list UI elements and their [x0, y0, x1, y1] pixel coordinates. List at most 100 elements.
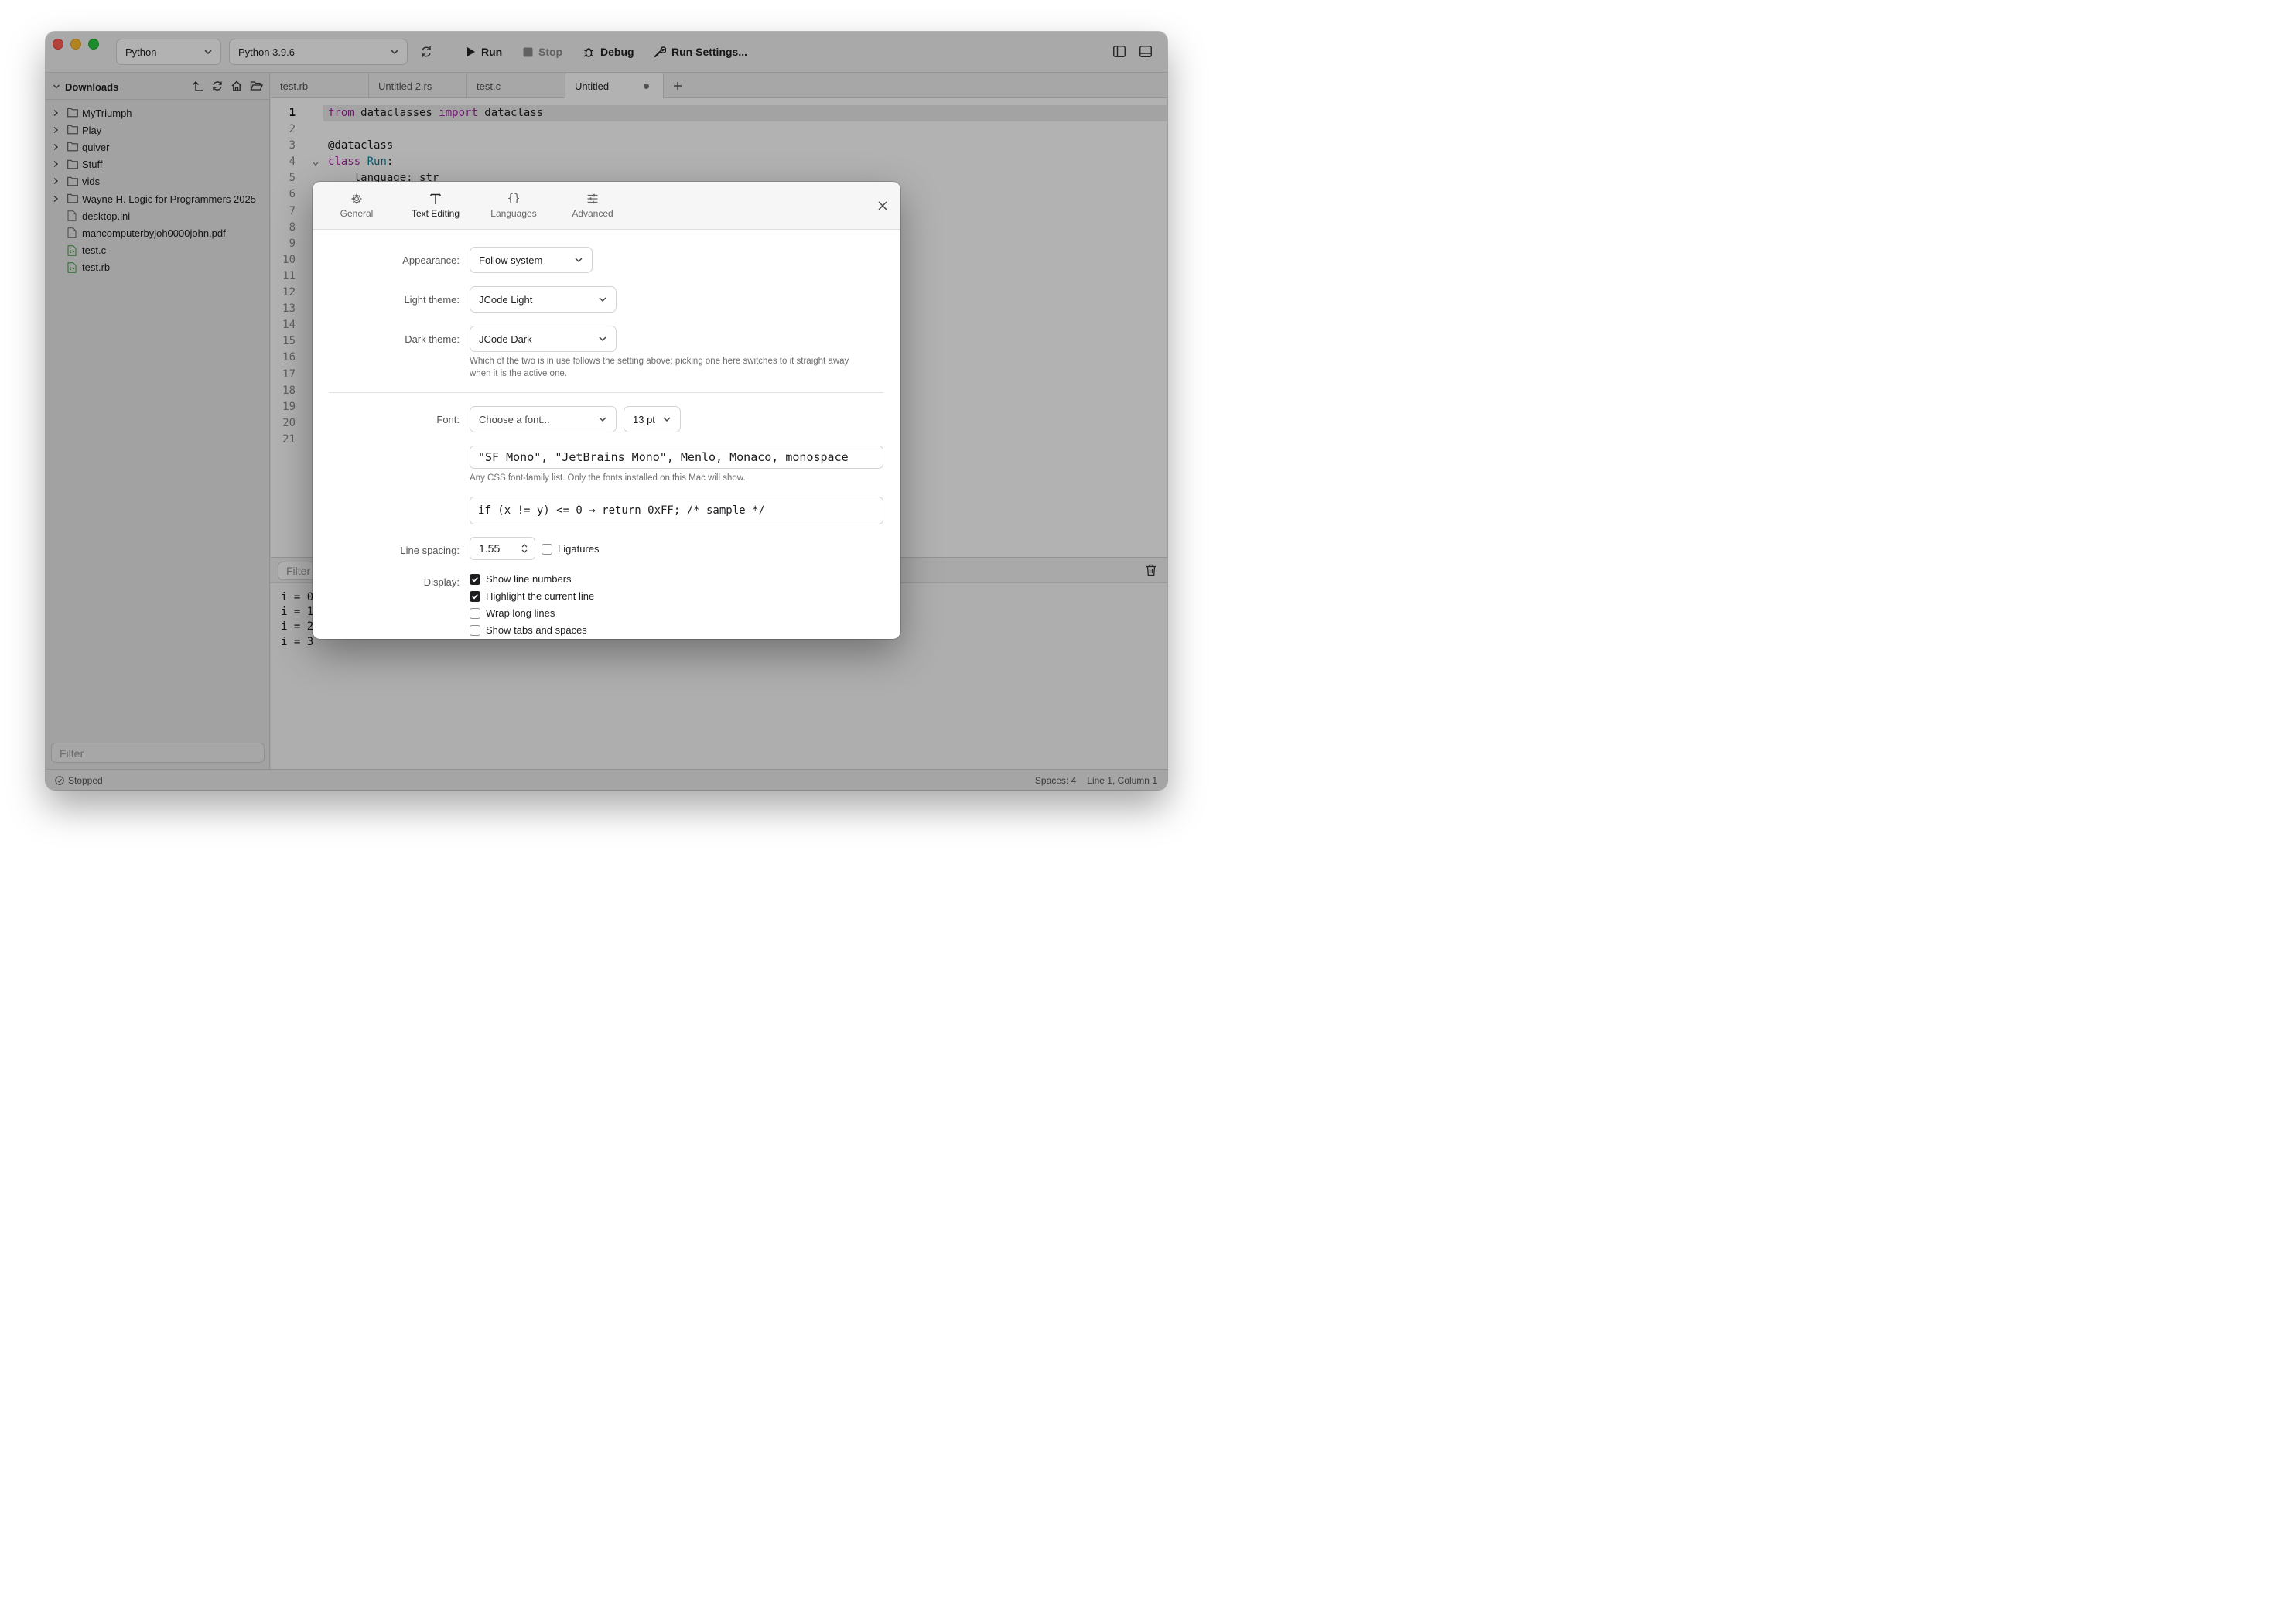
tree-item-label: vids — [82, 176, 101, 188]
tree-item-folder[interactable]: Stuff — [46, 156, 269, 173]
toggle-sidebar-icon[interactable] — [1113, 46, 1126, 57]
code-line: from dataclasses import dataclass — [323, 105, 1167, 122]
checkbox-unchecked[interactable] — [470, 624, 480, 636]
chevron-down-icon[interactable] — [53, 83, 60, 91]
tab-label: Untitled — [575, 80, 610, 92]
line-number: 9 — [289, 237, 296, 250]
font-size-select[interactable]: 13 pt — [624, 406, 681, 432]
language-select[interactable]: Python — [116, 39, 221, 65]
display-label: Display: — [423, 576, 460, 588]
appearance-select[interactable]: Follow system — [470, 247, 593, 273]
tree-item-file[interactable]: test.c — [46, 242, 269, 259]
indentation-status[interactable]: Spaces: 4 — [1035, 775, 1076, 786]
debug-button[interactable]: Debug — [583, 43, 634, 61]
show-line-numbers-option[interactable]: Show line numbers — [470, 573, 572, 585]
keyword-token: class — [328, 155, 361, 169]
cursor-position-status[interactable]: Line 1, Column 1 — [1087, 775, 1157, 786]
stopped-status-icon — [55, 776, 64, 785]
line-number: 16 — [282, 351, 296, 364]
tab-languages[interactable]: {} Languages — [479, 191, 548, 219]
ligatures-checkbox-row[interactable]: Ligatures — [542, 543, 599, 555]
refresh-icon[interactable] — [211, 80, 224, 92]
settings-dialog: General Text Editing {} Languages Advanc… — [313, 182, 900, 639]
tab-label: test.c — [477, 80, 501, 92]
chevron-right-icon[interactable] — [50, 142, 62, 153]
font-family-input[interactable]: "SF Mono", "JetBrains Mono", Menlo, Mona… — [470, 446, 883, 469]
stepper-arrows-icon[interactable] — [521, 542, 528, 555]
go-up-icon[interactable] — [192, 80, 204, 92]
stop-button[interactable]: Stop — [523, 43, 562, 61]
chevron-down-icon — [599, 297, 606, 302]
tab-general[interactable]: General — [322, 191, 391, 219]
fold-chevron-icon[interactable] — [312, 161, 319, 167]
tree-item-label: desktop.ini — [82, 210, 131, 222]
dark-theme-select[interactable]: JCode Dark — [470, 326, 617, 352]
highlight-current-line-option[interactable]: Highlight the current line — [470, 590, 594, 602]
chevron-down-icon — [204, 50, 212, 55]
zoom-window-button[interactable] — [88, 39, 99, 50]
new-tab-button[interactable] — [664, 73, 692, 98]
chevron-down-icon — [575, 258, 583, 263]
refresh-interpreter-icon[interactable] — [420, 44, 432, 60]
unsaved-dot-icon[interactable] — [644, 84, 649, 89]
tree-item-folder[interactable]: vids — [46, 173, 269, 190]
chevron-right-icon[interactable] — [50, 176, 62, 187]
tab-test-c[interactable]: test.c — [467, 73, 565, 98]
sidebar-filter-input[interactable]: Filter — [51, 743, 265, 763]
open-folder-icon[interactable] — [250, 80, 263, 92]
wrap-long-lines-option[interactable]: Wrap long lines — [470, 607, 555, 619]
tab-advanced-label: Advanced — [572, 208, 613, 219]
chevron-right-icon[interactable] — [50, 125, 62, 136]
tab-untitled[interactable]: Untitled — [565, 73, 664, 98]
status-right: Spaces: 4 Line 1, Column 1 — [1035, 775, 1157, 786]
line-number: 17 — [282, 367, 296, 381]
tree-item-folder[interactable]: quiver — [46, 138, 269, 155]
line-number: 7 — [289, 204, 296, 217]
chevron-right-icon[interactable] — [50, 159, 62, 170]
checkbox-unchecked[interactable] — [470, 607, 480, 619]
tree-item-folder[interactable]: Play — [46, 121, 269, 138]
console-line: i = 0 — [281, 591, 314, 603]
close-window-button[interactable] — [53, 39, 63, 50]
line-spacing-stepper[interactable]: 1.55 — [470, 537, 535, 560]
trash-icon[interactable] — [1146, 564, 1157, 576]
tab-label: test.rb — [280, 80, 309, 92]
tree-item-file[interactable]: desktop.ini — [46, 207, 269, 224]
show-tabs-spaces-option[interactable]: Show tabs and spaces — [470, 624, 587, 636]
wrench-icon — [654, 46, 666, 57]
tree-item-file[interactable]: mancomputerbyjoh0000john.pdf — [46, 224, 269, 241]
run-button[interactable]: Run — [466, 43, 502, 61]
chevron-right-icon[interactable] — [50, 108, 62, 119]
close-icon[interactable] — [877, 200, 888, 211]
checkbox-checked[interactable] — [470, 590, 480, 602]
code-token: dataclass — [477, 107, 544, 119]
tree-item-folder[interactable]: Wayne H. Logic for Programmers 2025 — [46, 190, 269, 207]
tab-text-editing[interactable]: Text Editing — [401, 191, 470, 219]
interpreter-select[interactable]: Python 3.9.6 — [229, 39, 408, 65]
font-preview: if (x != y) <= 0 → return 0xFF; /* sampl… — [470, 497, 883, 524]
sidebar-actions — [192, 80, 263, 92]
console-line: i = 3 — [281, 635, 314, 648]
folder-icon — [67, 176, 78, 187]
tab-advanced[interactable]: Advanced — [558, 191, 627, 219]
interpreter-select-value: Python 3.9.6 — [238, 46, 295, 58]
traffic-lights — [53, 39, 99, 50]
code-token: @dataclass — [328, 139, 394, 152]
tab-test-rb[interactable]: test.rb — [271, 73, 369, 98]
tree-item-file[interactable]: test.rb — [46, 259, 269, 276]
minimize-window-button[interactable] — [70, 39, 81, 50]
font-select[interactable]: Choose a font... — [470, 406, 617, 432]
tab-untitled-2-rs[interactable]: Untitled 2.rs — [369, 73, 467, 98]
braces-icon: {} — [507, 193, 521, 205]
ligatures-checkbox[interactable] — [542, 543, 552, 555]
home-icon[interactable] — [231, 80, 243, 92]
run-settings-button[interactable]: Run Settings... — [654, 43, 747, 61]
checkmark-icon — [472, 576, 478, 582]
folder-icon — [67, 142, 78, 152]
tree-item-label: Play — [82, 124, 102, 136]
checkbox-checked[interactable] — [470, 573, 480, 585]
chevron-right-icon[interactable] — [50, 193, 62, 205]
tree-item-folder[interactable]: MyTriumph — [46, 104, 269, 121]
toggle-bottom-panel-icon[interactable] — [1139, 46, 1152, 57]
light-theme-select[interactable]: JCode Light — [470, 286, 617, 313]
